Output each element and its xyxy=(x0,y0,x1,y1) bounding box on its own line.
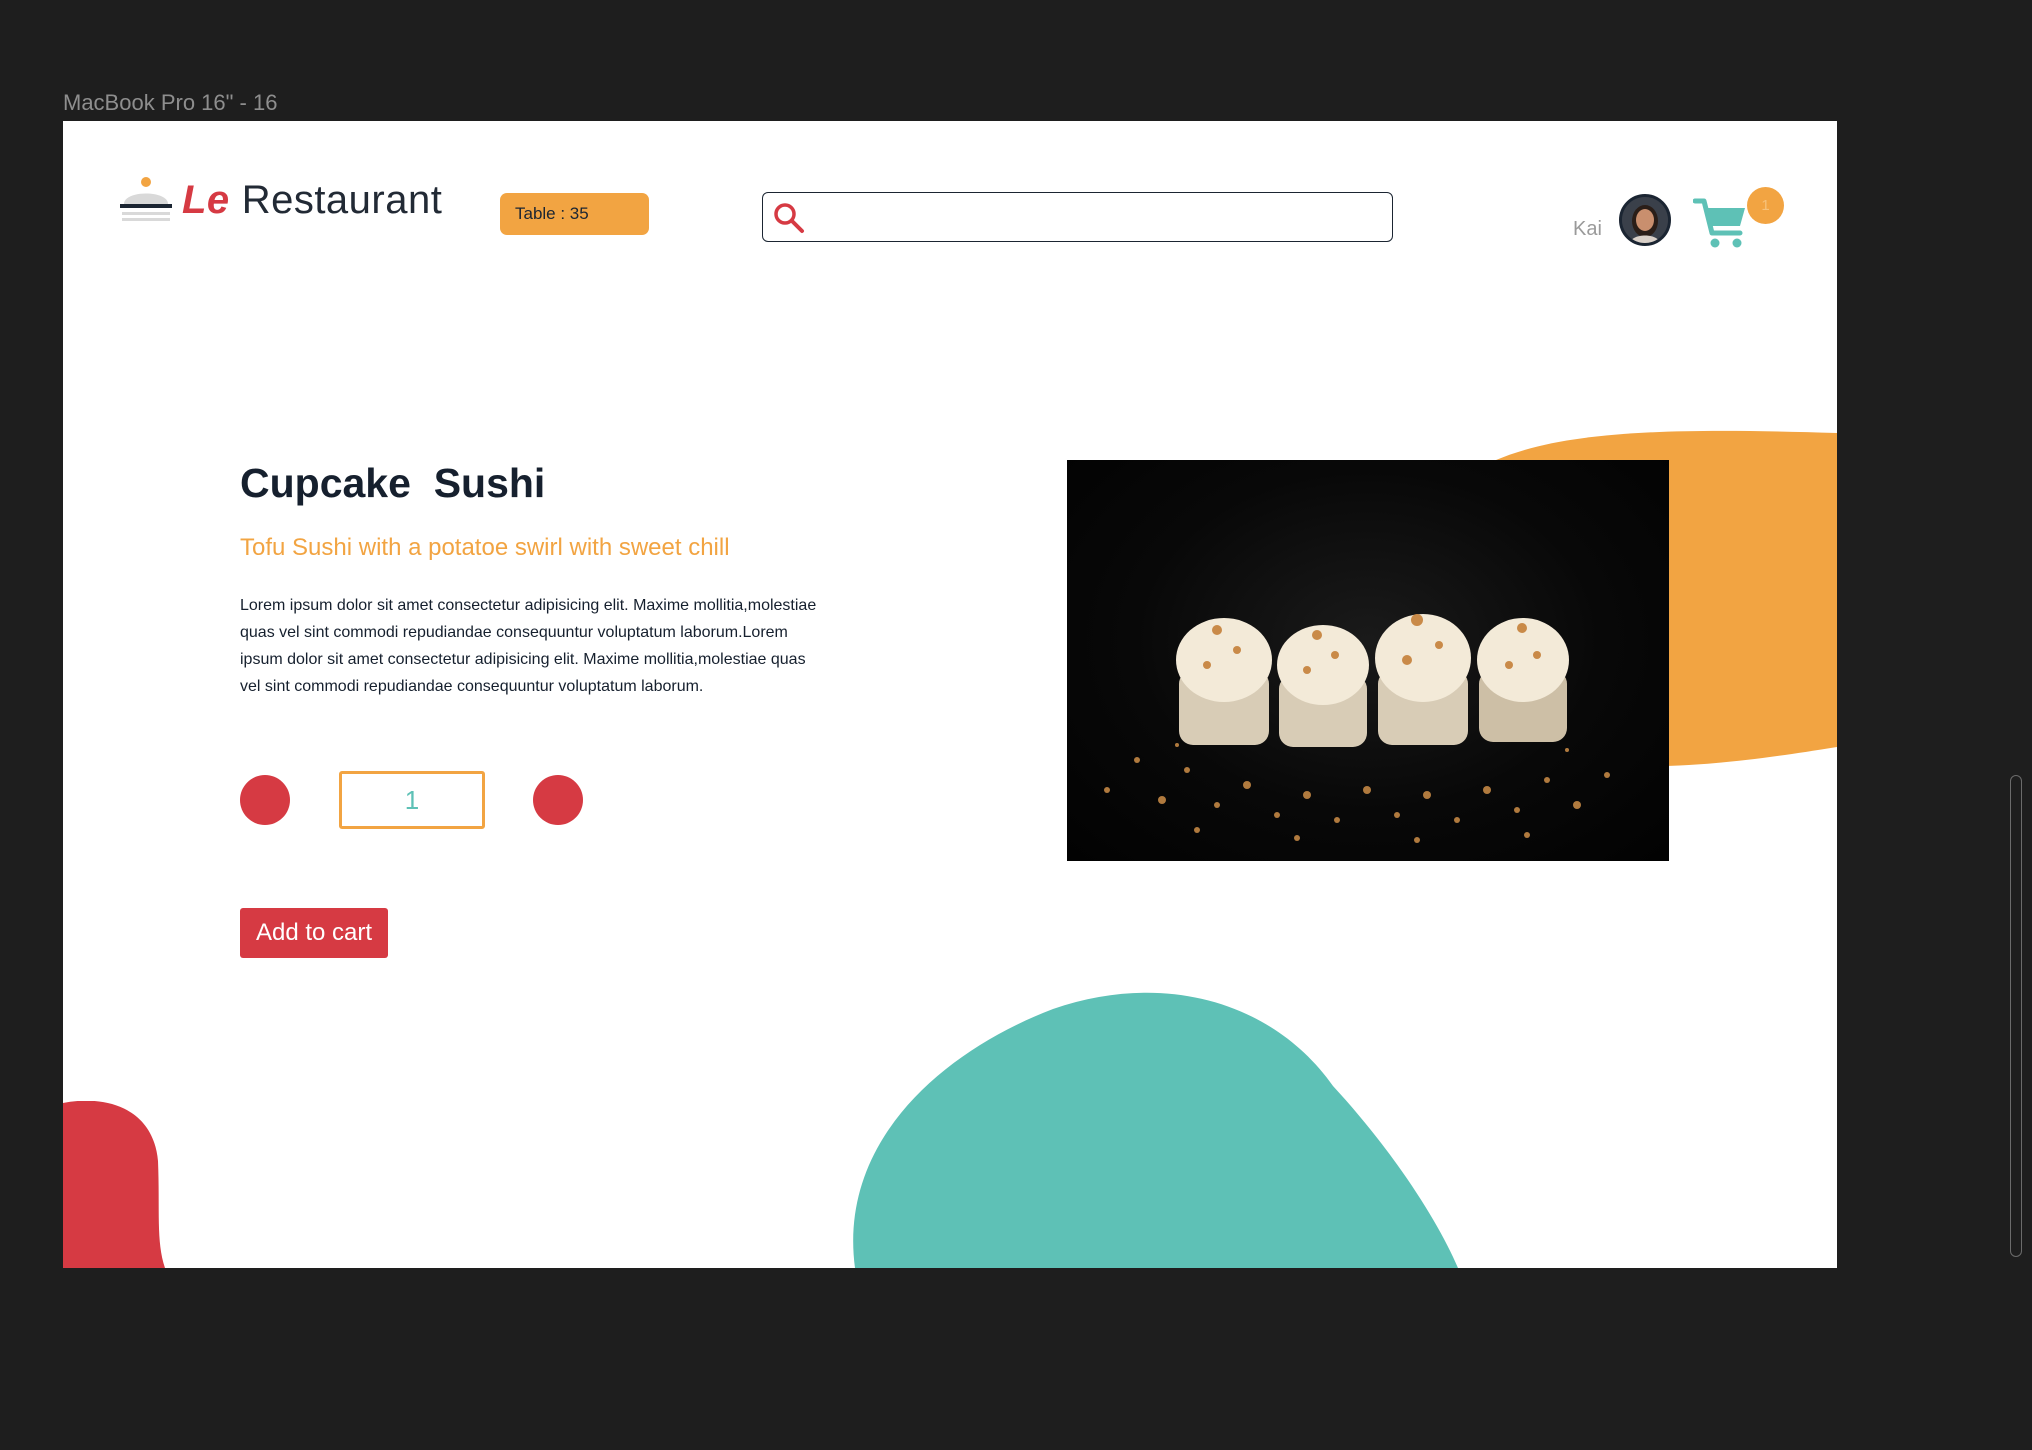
quantity-input[interactable] xyxy=(339,771,485,829)
teal-blob xyxy=(853,992,1458,1268)
product-subtitle: Tofu Sushi with a potatoe swirl with swe… xyxy=(240,534,730,561)
search-box[interactable] xyxy=(762,192,1393,242)
quantity-decrease-button[interactable] xyxy=(240,775,290,825)
avatar[interactable] xyxy=(1619,194,1671,246)
red-blob xyxy=(63,1101,165,1268)
avatar-portrait xyxy=(1622,197,1668,243)
artboard: Le Restaurant Table : 35 Kai 1 Cupcake Su… xyxy=(63,121,1837,1268)
search-icon xyxy=(774,203,804,233)
scrollbar[interactable] xyxy=(2010,775,2022,1257)
add-to-cart-button[interactable]: Add to cart xyxy=(240,908,388,958)
cupcake-sushi-illustration xyxy=(1104,614,1610,843)
frame-label: MacBook Pro 16" - 16 xyxy=(63,90,278,115)
logo-name: Restaurant xyxy=(241,177,443,222)
product-description: Lorem ipsum dolor sit amet consectetur a… xyxy=(240,597,817,695)
logo[interactable]: Le Restaurant xyxy=(120,176,442,224)
cart-count-badge[interactable]: 1 xyxy=(1747,187,1784,224)
logo-le: Le xyxy=(182,177,230,222)
quantity-increase-button[interactable] xyxy=(533,775,583,825)
table-badge: Table : 35 xyxy=(500,193,649,235)
logo-text: Le Restaurant xyxy=(182,178,442,223)
search-input[interactable] xyxy=(813,199,1387,237)
user-name: Kai xyxy=(1573,218,1602,240)
cart-icon[interactable] xyxy=(1693,195,1749,251)
product-title: Cupcake Sushi xyxy=(240,460,546,506)
cloche-icon xyxy=(120,177,172,221)
product-image xyxy=(1067,460,1669,861)
